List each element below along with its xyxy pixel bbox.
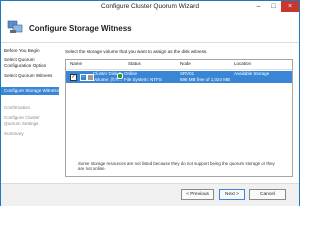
step-confirmation: Confirmation [4, 105, 31, 110]
table-row[interactable]: ✓ − Cluster Disk 2 Volume: (\\?\... Onli… [66, 71, 292, 83]
cluster-icon [7, 20, 23, 33]
row-location: Available Storage [234, 71, 270, 76]
step-select-quorum-configuration[interactable]: Select Quorum Configuration Option [4, 57, 57, 68]
minimize-button[interactable]: – [251, 1, 266, 12]
instruction-text: Select the storage volume that you want … [65, 49, 208, 54]
step-configure-storage-witness[interactable]: Configure Storage Witness [1, 87, 59, 95]
step-select-quorum-witness[interactable]: Select Quorum Witness [4, 73, 57, 79]
step-before-you-begin[interactable]: Before You Begin [4, 48, 57, 54]
page-title: Configure Storage Witness [29, 24, 132, 33]
previous-button[interactable]: < Previous [181, 189, 214, 200]
row-file-system: File System: NTFS [124, 76, 162, 82]
row-free-space: 896 MB free of 1,024 MB [180, 76, 231, 82]
button-bar: < Previous Next > Cancel [1, 183, 299, 206]
row-checkbox[interactable]: ✓ [70, 74, 77, 81]
next-button[interactable]: Next > [219, 189, 245, 200]
wizard-window: Configure Cluster Quorum Wizard – □ × Co… [0, 0, 300, 206]
column-header-node[interactable]: Node [180, 61, 191, 68]
header-divider [66, 69, 292, 70]
step-configure-cluster-quorum-settings: Configure Cluster Quorum Settings [4, 115, 40, 126]
column-header-name[interactable]: Name [70, 61, 82, 68]
cancel-button[interactable]: Cancel [249, 189, 286, 200]
page-header: Configure Storage Witness [1, 16, 299, 43]
online-status-icon [117, 73, 123, 79]
maximize-button[interactable]: □ [266, 1, 281, 12]
footnote-text: Some storage resources are not listed be… [78, 161, 275, 172]
close-button[interactable]: × [281, 1, 299, 12]
column-header-location[interactable]: Location [234, 61, 251, 68]
main-content: Select the storage volume that you want … [59, 43, 299, 183]
step-summary: Summary [4, 131, 24, 136]
wizard-steps: Before You Begin Select Quorum Configura… [1, 43, 59, 183]
expand-toggle[interactable]: − [80, 74, 87, 81]
title-bar: Configure Cluster Quorum Wizard – □ × [1, 1, 299, 16]
storage-list[interactable]: Name Status Node Location ✓ − Cluster Di… [65, 59, 293, 177]
column-header-status[interactable]: Status [128, 61, 141, 68]
